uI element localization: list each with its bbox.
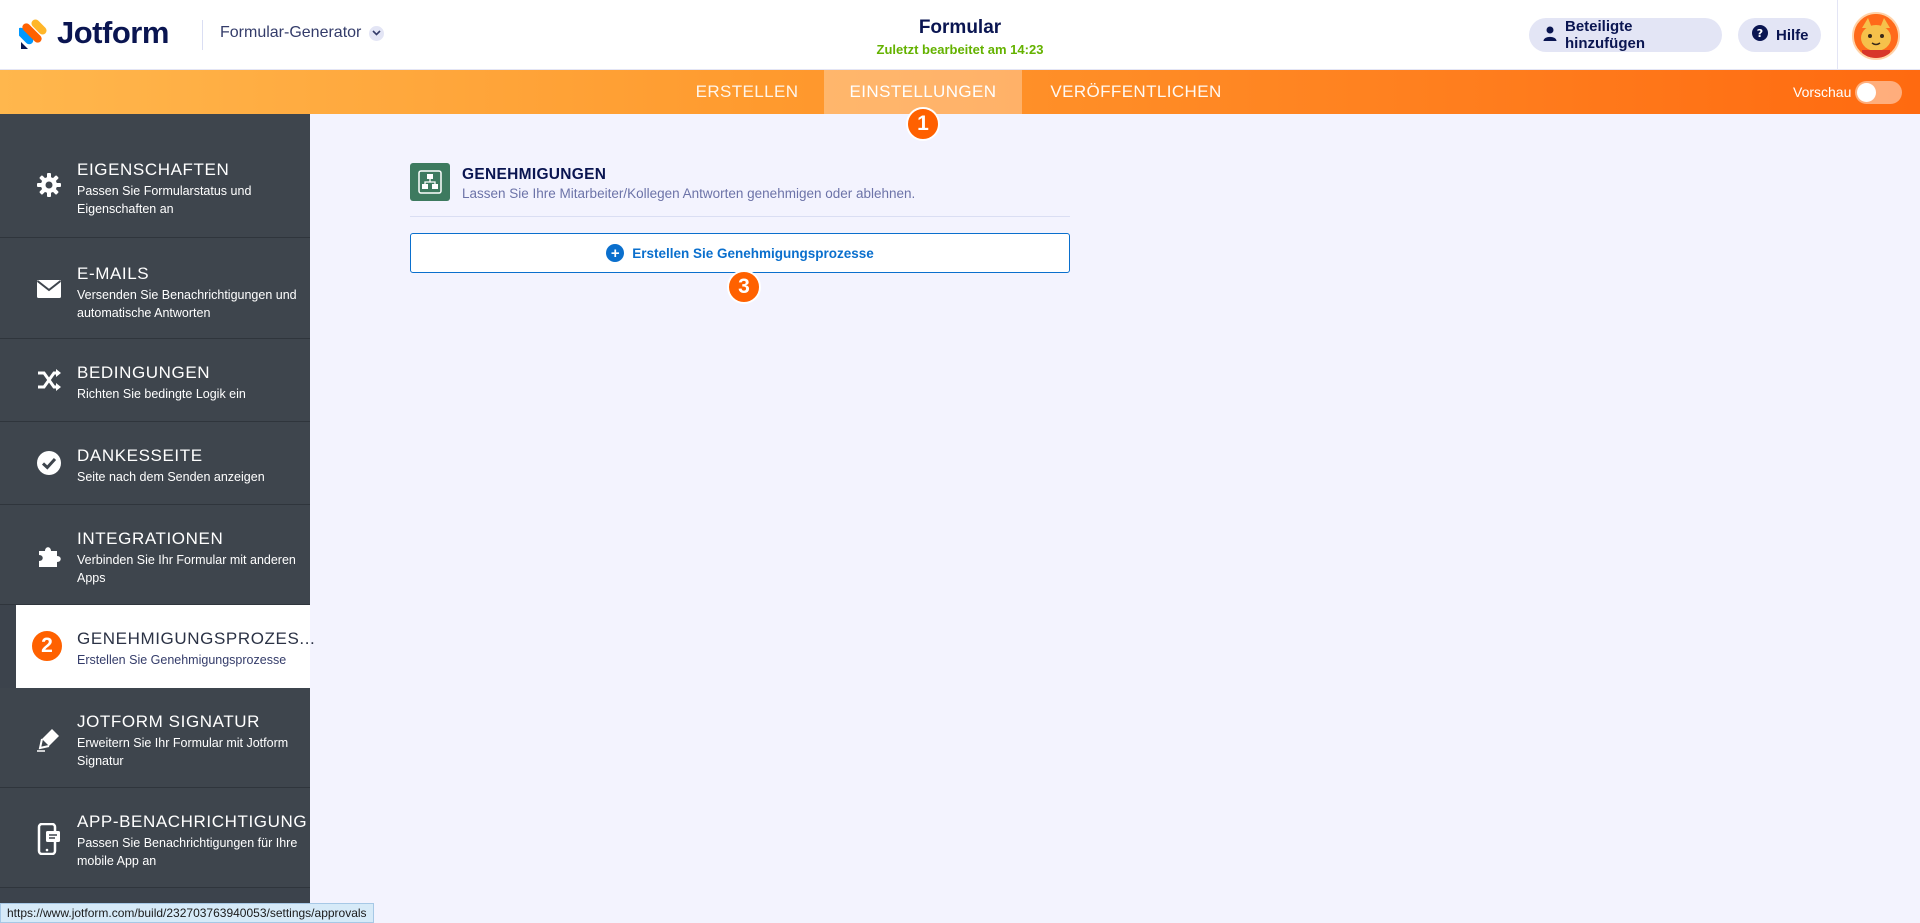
sidebar-item-title: DANKESSEITE — [77, 446, 203, 465]
preview-toggle[interactable] — [1855, 81, 1902, 104]
builder-tabs-bar: ERSTELLEN EINSTELLUNGEN VERÖFFENTLICHEN … — [0, 70, 1920, 114]
create-approval-flow-label: Erstellen Sie Genehmigungsprozesse — [632, 245, 874, 261]
top-header: Jotform Formular-Generator Formular Zule… — [0, 0, 1920, 70]
mobile-icon — [34, 823, 64, 855]
builder-dropdown[interactable]: Formular-Generator — [220, 24, 385, 42]
gear-icon — [34, 170, 64, 200]
sidebar-item-desc: Versenden Sie Benachrichtigungen und aut… — [77, 288, 297, 320]
pen-icon — [34, 724, 64, 754]
panel-divider — [410, 216, 1070, 217]
sidebar-item-desc: Seite nach dem Senden anzeigen — [77, 470, 265, 484]
add-participants-label: Beteiligte hinzufügen — [1565, 18, 1645, 52]
sidebar-item-title: GENEHMIGUNGSPROZES... — [77, 629, 316, 648]
sidebar-item-integrations[interactable]: INTEGRATIONEN Verbinden Sie Ihr Formular… — [0, 505, 310, 605]
help-icon: ? — [1752, 25, 1768, 45]
sidebar-item-signature[interactable]: JOTFORM SIGNATUR Erweitern Sie Ihr Formu… — [0, 688, 310, 788]
sidebar-item-desc: Passen Sie Benachrichtigungen für Ihre m… — [77, 836, 298, 868]
help-label: Hilfe — [1776, 26, 1809, 44]
sidebar-item-thankyou[interactable]: DANKESSEITE Seite nach dem Senden anzeig… — [0, 422, 310, 505]
shuffle-icon — [34, 365, 64, 395]
sidebar-item-desc: Verbinden Sie Ihr Formular mit anderen A… — [77, 553, 296, 585]
tab-create[interactable]: ERSTELLEN — [681, 70, 813, 114]
sidebar-item-app-notifications[interactable]: APP-BENACHRICHTIGUNG Passen Sie Benachri… — [0, 788, 310, 888]
sidebar-item-title: INTEGRATIONEN — [77, 529, 224, 548]
svg-text:?: ? — [1757, 27, 1763, 40]
sidebar-item-title: BEDINGUNGEN — [77, 363, 211, 382]
approval-icon — [410, 163, 450, 201]
header-divider-right — [1837, 0, 1838, 70]
sidebar-item-properties[interactable]: EIGENSCHAFTEN Passen Sie Formularstatus … — [0, 114, 310, 238]
plus-circle-icon: + — [606, 244, 625, 262]
envelope-icon — [34, 274, 64, 304]
sidebar-item-desc: Erweitern Sie Ihr Formular mit Jotform S… — [77, 736, 289, 768]
sidebar-item-title: APP-BENACHRICHTIGUNG — [77, 812, 308, 831]
chevron-down-icon — [369, 25, 385, 41]
tab-publish[interactable]: VERÖFFENTLICHEN — [1036, 70, 1236, 114]
header-divider — [202, 20, 203, 50]
panel-description: Lassen Sie Ihre Mitarbeiter/Kollegen Ant… — [462, 186, 916, 201]
add-participants-button[interactable]: Beteiligte hinzufügen — [1529, 18, 1722, 52]
panel-title: GENEHMIGUNGEN — [462, 166, 607, 183]
puzzle-icon — [34, 541, 64, 571]
sidebar-item-desc: Passen Sie Formularstatus und Eigenschaf… — [77, 184, 252, 216]
sidebar-item-title: JOTFORM SIGNATUR — [77, 712, 261, 731]
sidebar-item-title: E-MAILS — [77, 264, 150, 283]
jotform-logo[interactable]: Jotform — [16, 15, 169, 51]
settings-sidebar: EIGENSCHAFTEN Passen Sie Formularstatus … — [0, 114, 315, 923]
preview-label: Vorschau — [1793, 84, 1852, 100]
sidebar-item-conditions[interactable]: BEDINGUNGEN Richten Sie bedingte Logik e… — [0, 339, 310, 422]
sidebar-item-desc: Erstellen Sie Genehmigungsprozesse — [77, 653, 287, 667]
avatar[interactable] — [1852, 12, 1900, 60]
sidebar-item-emails[interactable]: E-MAILS Versenden Sie Benachrichtigungen… — [0, 238, 310, 339]
sidebar-item-desc: Richten Sie bedingte Logik ein — [77, 387, 246, 401]
status-url-bar: https://www.jotform.com/build/2327037639… — [0, 903, 374, 923]
jotform-logo-icon — [16, 16, 49, 50]
create-approval-flow-button[interactable]: + Erstellen Sie Genehmigungsprozesse — [410, 233, 1070, 273]
brand-name: Jotform — [57, 15, 169, 50]
step-badge-1: 1 — [906, 107, 940, 141]
preview-toggle-knob — [1857, 83, 1876, 102]
step-badge-3: 3 — [727, 270, 761, 304]
user-icon — [1543, 26, 1557, 45]
sidebar-item-title: EIGENSCHAFTEN — [77, 160, 230, 179]
builder-label: Formular-Generator — [220, 24, 362, 41]
step-badge-2: 2 — [30, 629, 64, 663]
check-circle-icon — [34, 448, 64, 478]
help-button[interactable]: ? Hilfe — [1738, 18, 1821, 52]
